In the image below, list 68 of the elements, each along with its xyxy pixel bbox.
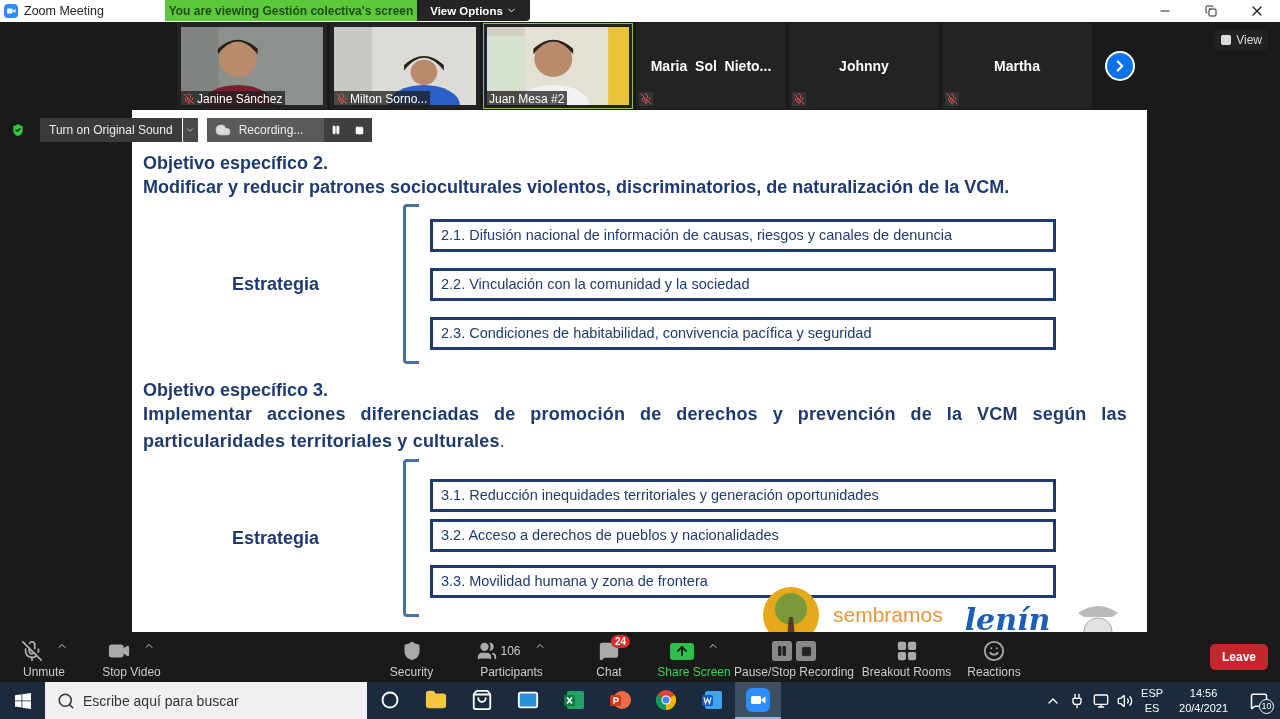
participant-name: Juan Mesa #2 — [486, 91, 568, 107]
strategy-label: Estrategia — [230, 527, 319, 549]
document-icon — [701, 688, 723, 711]
signature-logo: lenín — [964, 603, 1051, 632]
toolbar-button[interactable]: Stop Video — [74, 635, 189, 679]
toolbar-button[interactable]: Pause/Stop Recording — [729, 635, 859, 679]
caret-icon — [185, 125, 196, 135]
original-sound-button[interactable]: Turn on Original Sound — [40, 118, 182, 142]
participant-name: Milton Sorno... — [333, 91, 431, 107]
strategy-box: 2.1. Difusión nacional de información de causas, riesgos y canales de denuncia — [430, 218, 1056, 252]
participant-name: Johnny — [839, 58, 889, 74]
participant-name: Martha — [994, 58, 1040, 74]
participant-name: Maria Sol Nieto... — [650, 58, 772, 74]
view-options-button[interactable]: View Options — [417, 0, 530, 21]
browser-icon — [655, 688, 677, 711]
strategy-box: 2.2. Vinculación con la comunidad y la sociedad — [430, 267, 1056, 301]
objective-heading: Objetivo específico 3. — [143, 380, 330, 401]
objective-description: Implementar acciones diferenciadas de promoción de derechos y prevención de la VCM según las particularidades territoriales y culturales. — [143, 403, 1127, 453]
window-title: Zoom Meeting — [24, 4, 104, 18]
participant-name: Janine Sánchez — [180, 91, 286, 107]
search-icon — [57, 692, 75, 710]
pause-icon — [330, 125, 341, 135]
view-button[interactable]: View — [1214, 30, 1268, 50]
strategy-box: 3.1. Reducción inequidades territoriales y generación oportunidades — [430, 478, 1056, 512]
restore-icon — [1205, 5, 1217, 17]
strategy-label: Estrategia — [230, 273, 319, 295]
shield-check-icon — [10, 122, 26, 138]
folder-icon — [425, 688, 447, 711]
toolbar-button[interactable]: 106 Participants — [464, 635, 559, 679]
presentation-icon — [609, 688, 631, 711]
spreadsheet-icon — [563, 688, 585, 711]
windows-logo-icon — [14, 692, 31, 709]
store-icon — [471, 688, 493, 711]
objective-description: Modificar y reducir patrones socioculturales violentos, discriminatorios, de naturalización de la VCM. — [143, 176, 1011, 199]
camera-icon — [746, 687, 770, 712]
logo-text: sembramos — [833, 603, 943, 627]
toolbar-button[interactable]: 24 Chat — [559, 635, 659, 679]
unread-badge: 24 — [611, 635, 631, 648]
toolbar-button[interactable]: Breakout Rooms — [859, 635, 954, 679]
volume-icon[interactable] — [1117, 692, 1134, 709]
recording-status: Recording... — [206, 118, 324, 142]
language-indicator[interactable]: ESP ES — [1141, 685, 1164, 716]
share-screen-icon — [669, 642, 694, 660]
strategy-box: 3.3. Movilidad humana y zona de frontera — [430, 564, 1056, 598]
grid-icon — [1220, 34, 1233, 46]
leave-button[interactable]: Leave — [1210, 644, 1268, 670]
screen-share-banner: You are viewing Gestión colectiva's screen — [165, 0, 417, 21]
breakout-rooms-icon — [895, 640, 918, 662]
cloud-icon — [214, 122, 231, 138]
toolbar-button[interactable]: Reactions — [954, 635, 1034, 679]
participants-icon — [477, 641, 498, 661]
clock[interactable]: 14:56 20/4/2021 — [1179, 685, 1228, 716]
pause-button[interactable] — [323, 118, 348, 142]
toolbar-button[interactable]: Security — [359, 635, 464, 679]
taskbar-app-button[interactable] — [735, 682, 781, 719]
strategy-box: 2.3. Condiciones de habitabilidad, convivencia pacífica y seguridad — [430, 316, 1056, 350]
search-field[interactable]: Escribe aquí para buscar — [45, 682, 367, 719]
next-page-button[interactable] — [1105, 51, 1135, 81]
toolbar-button[interactable]: Unmute — [14, 635, 74, 679]
app-logo-icon — [4, 4, 18, 18]
strategy-box: 3.2. Acceso a derechos de pueblos y nacionalidades — [430, 518, 1056, 552]
toolbar-button[interactable]: Share Screen — [659, 635, 729, 679]
objective-heading: Objetivo específico 2. — [143, 153, 330, 174]
stop-icon — [355, 125, 365, 135]
stop-button[interactable] — [347, 118, 372, 142]
pause-stop-icon — [772, 641, 816, 661]
muted-microphone-icon — [20, 640, 43, 662]
smiley-icon — [983, 640, 1005, 662]
